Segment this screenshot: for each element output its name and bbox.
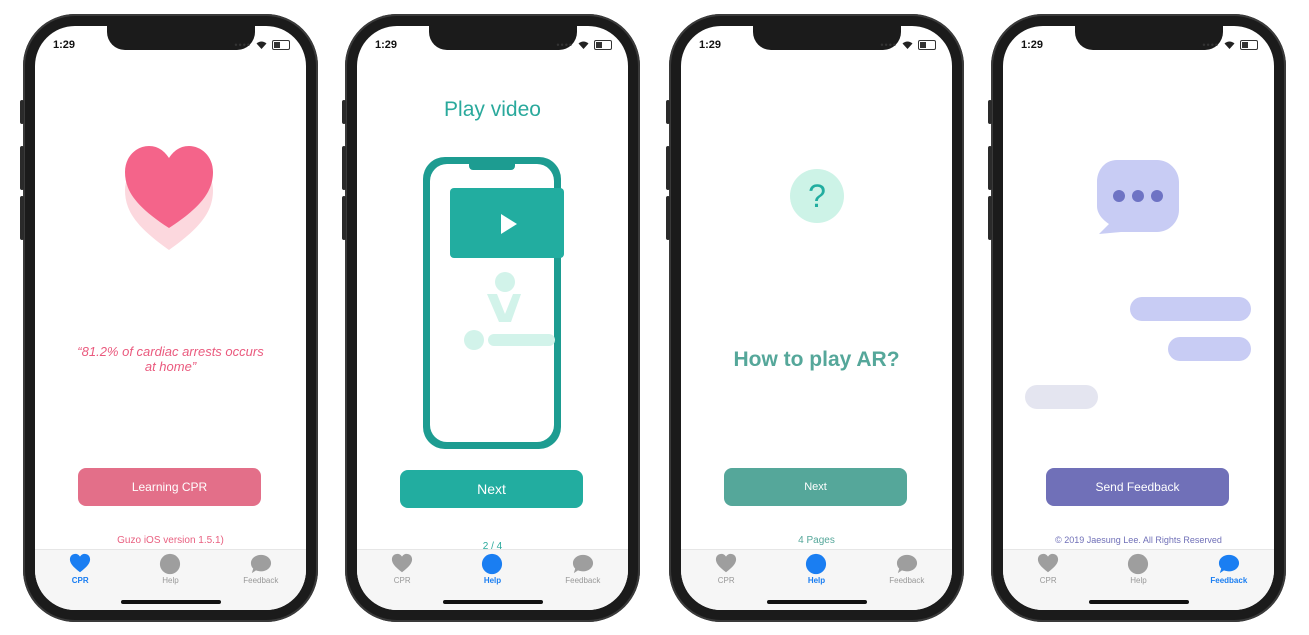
screen-how-to-ar: 1:29 •••• ? How to play AR? Next 4 Pages… <box>681 26 952 610</box>
signal-icon: •••• <box>1202 40 1219 50</box>
page-title: Play video <box>444 98 541 121</box>
page-title: How to play AR? <box>733 348 900 371</box>
screen-play-video: 1:29 •••• Play video Next 2 / 4 CPR Help… <box>357 26 628 610</box>
tab-feedback[interactable]: Feedback <box>1184 550 1274 610</box>
tab-label: Feedback <box>1210 576 1248 585</box>
notch <box>107 26 255 50</box>
circle-icon <box>1128 553 1149 575</box>
circle-icon <box>482 553 503 575</box>
chat-bubble-received <box>1025 385 1098 409</box>
tab-label: CPR <box>1039 576 1057 585</box>
notch <box>1075 26 1223 50</box>
tab-label: CPR <box>393 576 411 585</box>
side-button <box>20 100 24 124</box>
side-button <box>342 146 346 190</box>
heart-icon <box>716 553 737 573</box>
phone-cpr: 1:29 •••• “81.2% of cardiac arrests occu… <box>20 14 318 622</box>
status-icons: •••• <box>880 40 936 50</box>
phone-video-illustration <box>423 157 564 449</box>
status-time: 1:29 <box>375 39 398 51</box>
cardiac-quote: “81.2% of cardiac arrests occurs at home… <box>77 344 264 374</box>
battery-icon <box>918 40 936 50</box>
side-button <box>342 100 346 124</box>
side-button <box>988 100 992 124</box>
heart-illustration <box>125 146 213 250</box>
chat-bubble-icon <box>572 554 593 574</box>
side-button <box>342 196 346 240</box>
tab-cpr[interactable]: CPR <box>357 550 447 610</box>
phone-play-video: 1:29 •••• Play video Next 2 / 4 CPR Help… <box>342 14 640 622</box>
side-button <box>988 196 992 240</box>
screen-cpr: 1:29 •••• “81.2% of cardiac arrests occu… <box>35 26 306 610</box>
side-button <box>666 146 670 190</box>
signal-icon: •••• <box>556 40 573 50</box>
status-time: 1:29 <box>1021 39 1044 51</box>
chat-bubble-sent <box>1130 297 1251 321</box>
chat-bubble-icon <box>1218 554 1239 574</box>
copyright-label: © 2019 Jaesung Lee. All Rights Reserved <box>1055 535 1222 545</box>
tab-cpr[interactable]: CPR <box>681 550 771 610</box>
status-icons: •••• <box>556 40 612 50</box>
home-indicator <box>443 600 543 604</box>
status-time: 1:29 <box>699 39 722 51</box>
version-label: Guzo iOS version 1.5.1) <box>117 535 224 546</box>
side-button <box>20 196 24 240</box>
notch <box>753 26 901 50</box>
chat-bubble-icon <box>896 554 917 574</box>
tab-feedback[interactable]: Feedback <box>216 550 306 610</box>
learning-cpr-button[interactable]: Learning CPR <box>78 468 261 506</box>
tab-label: Feedback <box>889 576 925 585</box>
status-icons: •••• <box>1202 40 1258 50</box>
battery-icon <box>1240 40 1258 50</box>
tab-label: Help <box>807 576 826 585</box>
wifi-icon <box>578 41 589 49</box>
wifi-icon <box>1224 41 1235 49</box>
chat-bubble-icon <box>250 554 271 574</box>
tab-label: Feedback <box>243 576 279 585</box>
tab-feedback[interactable]: Feedback <box>538 550 628 610</box>
battery-icon <box>594 40 612 50</box>
side-button <box>20 146 24 190</box>
phone-how-to-ar: 1:29 •••• ? How to play AR? Next 4 Pages… <box>666 14 964 622</box>
send-feedback-button[interactable]: Send Feedback <box>1046 468 1229 506</box>
tab-label: Feedback <box>565 576 601 585</box>
side-button <box>666 100 670 124</box>
wifi-icon <box>256 41 267 49</box>
battery-icon <box>272 40 290 50</box>
chat-ellipsis-icon <box>1097 160 1179 234</box>
signal-icon: •••• <box>880 40 897 50</box>
heart-icon <box>1038 553 1059 573</box>
tab-cpr[interactable]: CPR <box>35 550 125 610</box>
side-button <box>988 146 992 190</box>
tab-label: Help <box>483 576 502 585</box>
heart-icon <box>70 553 91 573</box>
tab-label: CPR <box>71 576 89 585</box>
chat-bubble-sent <box>1168 337 1251 361</box>
tab-feedback[interactable]: Feedback <box>862 550 952 610</box>
phone-feedback: 1:29 •••• Send Feedback © 2019 Jaesung L… <box>988 14 1286 622</box>
question-mark-icon: ? <box>790 169 844 223</box>
status-time: 1:29 <box>53 39 76 51</box>
svg-text:?: ? <box>808 178 826 214</box>
notch <box>429 26 577 50</box>
home-indicator <box>767 600 867 604</box>
next-button[interactable]: Next <box>724 468 907 506</box>
circle-icon <box>160 553 181 575</box>
side-button <box>666 196 670 240</box>
screen-feedback: 1:29 •••• Send Feedback © 2019 Jaesung L… <box>1003 26 1274 610</box>
tab-label: CPR <box>717 576 735 585</box>
tab-cpr[interactable]: CPR <box>1003 550 1093 610</box>
signal-icon: •••• <box>234 40 251 50</box>
home-indicator <box>1089 600 1189 604</box>
next-button[interactable]: Next <box>400 470 583 508</box>
wifi-icon <box>902 41 913 49</box>
tab-label: Help <box>162 576 179 585</box>
home-indicator <box>121 600 221 604</box>
tab-label: Help <box>1130 576 1147 585</box>
circle-icon <box>806 553 827 575</box>
heart-icon <box>392 553 413 573</box>
pages-label: 4 Pages <box>798 535 835 546</box>
status-icons: •••• <box>234 40 290 50</box>
